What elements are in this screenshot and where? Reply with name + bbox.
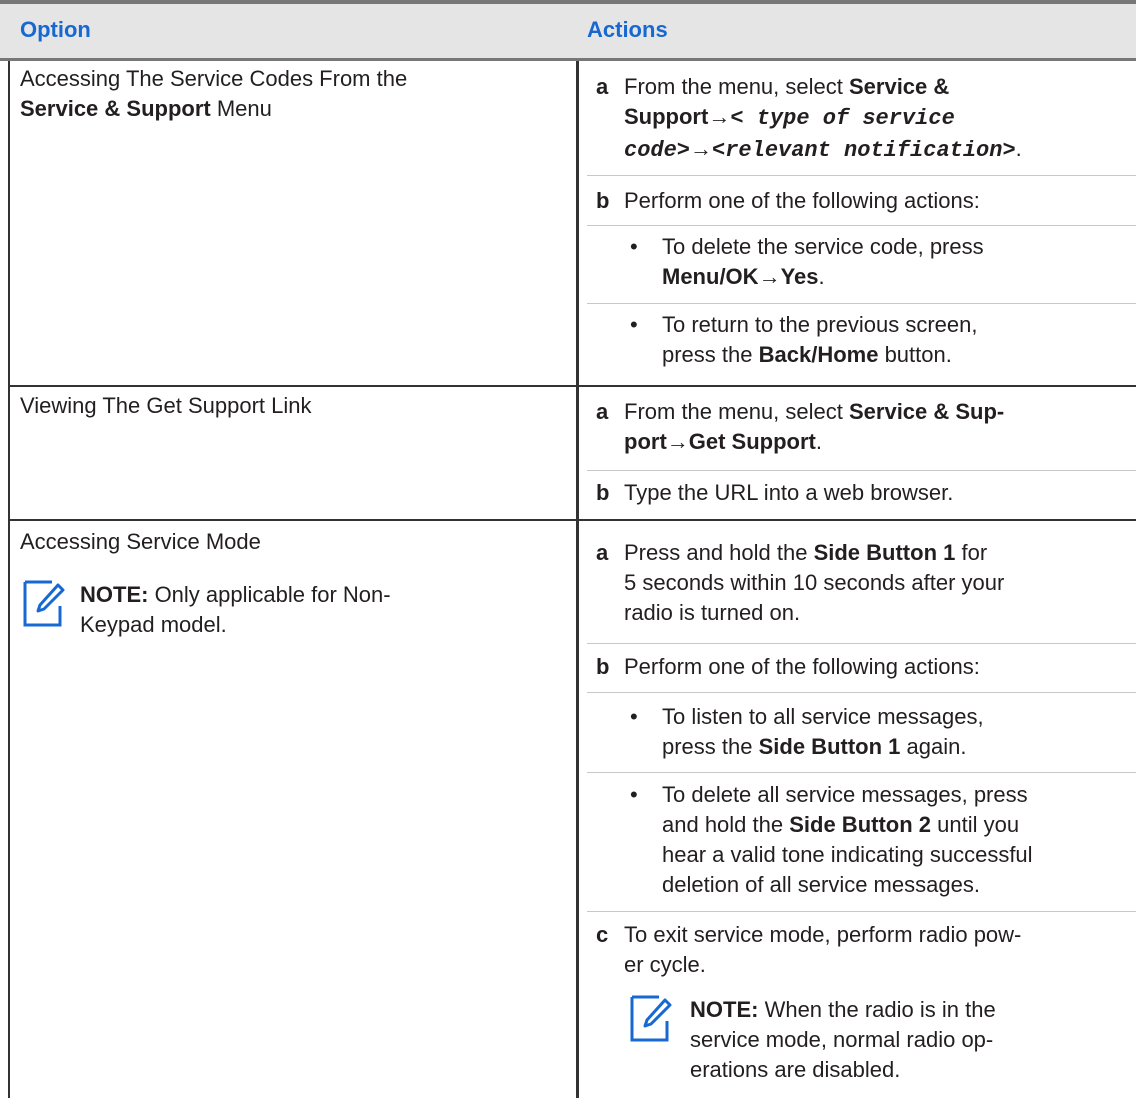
row-divider (8, 385, 1136, 387)
step-letter: c (596, 922, 609, 947)
column-divider (576, 61, 579, 1098)
bullet: • (630, 782, 638, 807)
row3-option: Accessing Service Mode (20, 529, 261, 554)
row2-step-a: From the menu, select Service & Sup- por… (624, 399, 1005, 454)
row3-bullet-1: To listen to all service messages, press… (662, 704, 984, 759)
step-separator (587, 692, 1136, 693)
step-letter: b (596, 188, 610, 213)
step-separator (587, 470, 1136, 471)
row3-bullet-2: To delete all service messages, press an… (662, 782, 1033, 897)
step-separator (587, 303, 1136, 304)
step-letter: a (596, 74, 609, 99)
option-text: Service & Support Menu (20, 96, 272, 121)
procedure-table: Option Actions Accessing The Service Cod… (0, 0, 1136, 1098)
step-letter: b (596, 654, 610, 679)
option-text: Accessing The Service Codes From the (20, 66, 408, 91)
row1-option: Accessing The Service Codes From the Ser… (20, 64, 407, 124)
row3-step-a: Press and hold the Side Button 1 for 5 s… (624, 540, 1005, 625)
column-header-option: Option (20, 17, 91, 42)
table-left-border (8, 61, 10, 1098)
step-separator (587, 772, 1136, 773)
step-letter: b (596, 480, 610, 505)
bullet: • (630, 234, 638, 259)
step-separator (587, 175, 1136, 176)
row1-bullet-1: To delete the service code, press Menu/O… (662, 234, 984, 289)
step-letter: a (596, 540, 609, 565)
bullet: • (630, 704, 638, 729)
note-icon (23, 580, 65, 627)
table-header: Option Actions (0, 4, 1136, 61)
step-letter: a (596, 399, 609, 424)
row2-option: Viewing The Get Support Link (20, 393, 312, 418)
row2-step-b: Type the URL into a web browser. (624, 480, 954, 505)
step-separator (587, 911, 1136, 912)
step-separator (587, 643, 1136, 644)
row1-step-b: Perform one of the following actions: (624, 188, 980, 213)
row-divider (8, 519, 1136, 521)
row3-step-c-note: NOTE: When the radio is in the service m… (690, 997, 996, 1082)
note-icon (630, 995, 672, 1042)
row1-bullet-2: To return to the previous screen, press … (662, 312, 978, 367)
row1-step-a: From the menu, select Service & Support→… (624, 74, 1022, 163)
row3-step-c: To exit service mode, perform radio pow-… (624, 922, 1022, 977)
step-separator (587, 225, 1136, 226)
bullet: • (630, 312, 638, 337)
column-header-actions: Actions (587, 17, 668, 42)
row3-note: NOTE: Only applicable for Non- Keypad mo… (80, 582, 391, 637)
row3-step-b: Perform one of the following actions: (624, 654, 980, 679)
